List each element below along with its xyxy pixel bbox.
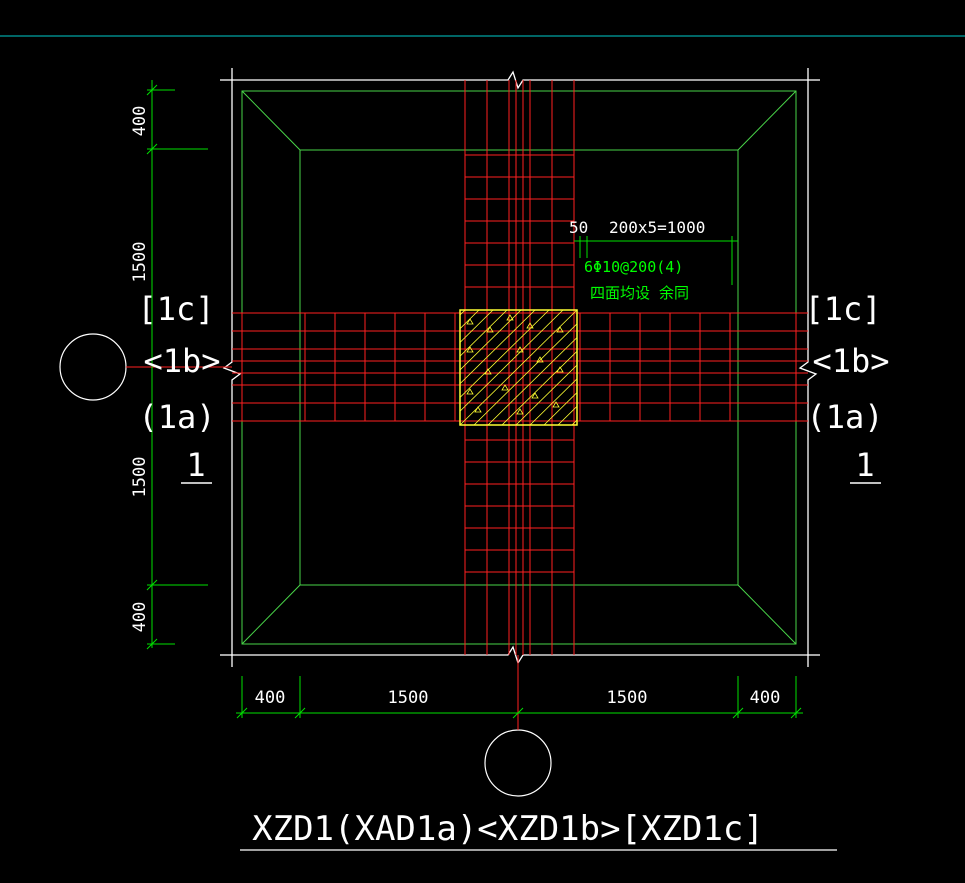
spacing-edge-text: 50 xyxy=(569,218,588,237)
rebar-note-line2: 四面均设 余同 xyxy=(590,284,689,302)
spacing-text: 200x5=1000 xyxy=(609,218,705,237)
drawing-title: XZD1(XAD1a)<XZD1b>[XZD1c] xyxy=(252,809,764,849)
vdim-1500-top: 1500 xyxy=(130,242,150,283)
hdim-400-right: 400 xyxy=(750,688,781,708)
right-label-1c: [1c] xyxy=(804,290,881,328)
axis-circle-left xyxy=(59,333,127,401)
cad-drawing: 400 1500 1500 400 400 1500 1500 400 50 2… xyxy=(0,35,965,851)
right-section-number: 1 xyxy=(855,446,874,484)
axis-circle-bottom xyxy=(484,729,552,797)
hdim-400-left: 400 xyxy=(255,688,286,708)
right-label-1b: <1b> xyxy=(812,342,889,380)
rebar-note-line1: 6Φ10@200(4) xyxy=(584,258,683,276)
right-label-1a: (1a) xyxy=(806,398,883,436)
vdim-1500-bottom: 1500 xyxy=(130,457,150,498)
vdim-400-bottom: 400 xyxy=(130,602,150,633)
horizontal-dimension xyxy=(236,676,803,719)
left-label-1a: (1a) xyxy=(138,398,215,436)
column-section xyxy=(459,309,578,426)
left-section-number: 1 xyxy=(186,446,205,484)
hdim-1500-right: 1500 xyxy=(607,688,648,708)
rebar-grid xyxy=(232,80,808,655)
left-label-1b: <1b> xyxy=(143,342,220,380)
left-label-1c: [1c] xyxy=(137,290,214,328)
hdim-1500-left: 1500 xyxy=(388,688,429,708)
vdim-400-top: 400 xyxy=(130,106,150,137)
